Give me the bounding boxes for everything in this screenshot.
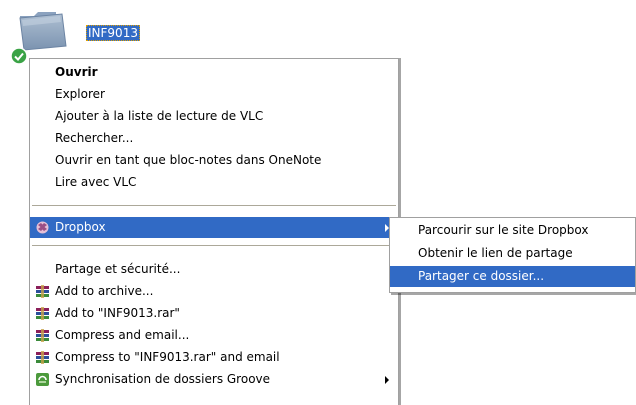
submenu-item-browse-dropbox[interactable]: Parcourir sur le site Dropbox (390, 220, 635, 241)
dropbox-icon (35, 220, 50, 235)
menu-separator (32, 245, 396, 246)
groove-icon (35, 372, 50, 387)
menu-item-dropbox-label: Dropbox (55, 220, 106, 234)
menu-item-groove-sync-label: Synchronisation de dossiers Groove (55, 372, 271, 386)
winrar-icon (35, 306, 50, 321)
winrar-icon (35, 284, 50, 299)
menu-item-compress-email[interactable]: Compress and email... (30, 325, 398, 346)
context-menu: Ouvrir Explorer Ajouter à la liste de le… (29, 58, 399, 405)
menu-item-compress-email-label: Compress and email... (55, 328, 190, 342)
menu-item-add-rar[interactable]: Add to "INF9013.rar" (30, 303, 398, 324)
menu-item-explore[interactable]: Explorer (30, 84, 398, 105)
submenu-item-share-folder[interactable]: Partager ce dossier... (390, 266, 635, 287)
menu-item-dropbox[interactable]: Dropbox (30, 217, 398, 238)
menu-separator (32, 205, 396, 206)
green-check-icon (10, 47, 28, 65)
folder-name-label[interactable]: INF9013 (86, 25, 140, 41)
menu-item-add-archive-label: Add to archive... (55, 284, 154, 298)
menu-item-vlc-play[interactable]: Lire avec VLC (30, 172, 398, 193)
menu-item-groove-sync[interactable]: Synchronisation de dossiers Groove (30, 369, 398, 390)
menu-item-search[interactable]: Rechercher... (30, 128, 398, 149)
menu-item-open[interactable]: Ouvrir (30, 62, 398, 83)
menu-item-add-archive[interactable]: Add to archive... (30, 281, 398, 302)
menu-item-add-rar-label: Add to "INF9013.rar" (55, 306, 180, 320)
submenu-item-get-link[interactable]: Obtenir le lien de partage (390, 243, 635, 264)
menu-item-vlc-playlist[interactable]: Ajouter à la liste de lecture de VLC (30, 106, 398, 127)
winrar-icon (35, 350, 50, 365)
menu-item-onenote[interactable]: Ouvrir en tant que bloc-notes dans OneNo… (30, 150, 398, 171)
menu-item-sharing-security[interactable]: Partage et sécurité... (30, 259, 398, 280)
submenu-arrow-icon (385, 376, 389, 384)
menu-item-compress-rar-email[interactable]: Compress to "INF9013.rar" and email (30, 347, 398, 368)
winrar-icon (35, 328, 50, 343)
dropbox-submenu: Parcourir sur le site Dropbox Obtenir le… (389, 217, 636, 293)
menu-item-compress-rar-email-label: Compress to "INF9013.rar" and email (55, 350, 280, 364)
